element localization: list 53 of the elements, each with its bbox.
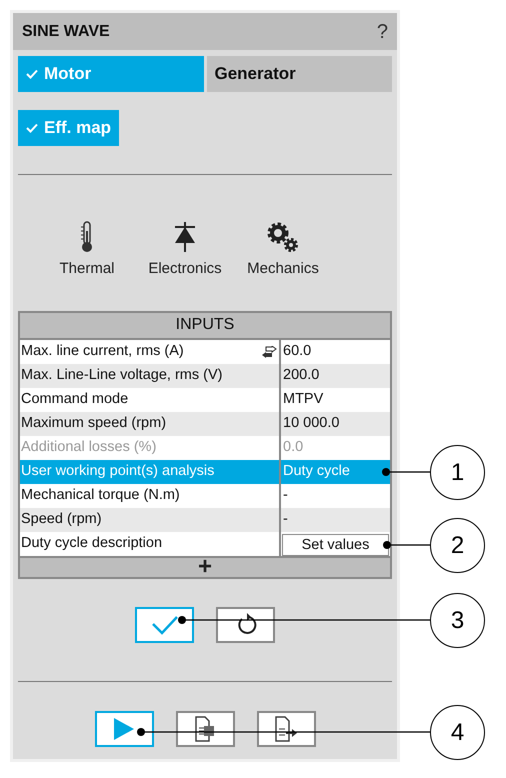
check-icon <box>26 69 38 79</box>
input-row[interactable]: Max. Line-Line voltage, rms (V) 200.0 <box>20 364 390 388</box>
document-icon <box>194 716 216 742</box>
checkmark-icon <box>150 614 178 634</box>
gears-icon <box>266 221 300 253</box>
row-value: - <box>282 510 289 529</box>
set-values-button[interactable]: Set values <box>282 534 389 556</box>
add-button[interactable]: + <box>20 556 390 576</box>
panel-title: SINE WAVE <box>22 22 110 42</box>
input-row[interactable]: Maximum speed (rpm) 10 000.0 <box>20 412 390 436</box>
callout-number: 4 <box>430 705 485 760</box>
row-value: 60.0 <box>282 342 312 361</box>
reset-button[interactable] <box>216 606 275 642</box>
input-row[interactable]: Max. line current, rms (A) 60.0 <box>20 340 390 364</box>
row-value: MTPV <box>282 390 324 409</box>
row-label: User working point(s) analysis <box>21 462 214 481</box>
row-label: Command mode <box>21 390 128 409</box>
row-value: - <box>282 486 289 505</box>
export-button[interactable] <box>256 710 316 746</box>
row-label: Max. Line-Line voltage, rms (V) <box>21 366 222 385</box>
help-button[interactable]: ? <box>376 16 388 46</box>
mode-tab[interactable]: Generator <box>206 56 392 92</box>
callout-number: 3 <box>430 593 485 648</box>
category-button[interactable]: Mechanics <box>241 221 325 280</box>
row-value: 200.0 <box>282 366 320 385</box>
apply-button[interactable] <box>135 606 194 642</box>
input-row[interactable]: Command mode MTPV <box>20 388 390 412</box>
row-label: Additional losses (%) <box>21 438 156 457</box>
row-value: 0.0 <box>282 438 304 457</box>
play-icon <box>113 716 135 740</box>
row-label: Mechanical torque (N.m) <box>21 486 180 505</box>
input-row[interactable]: Mechanical torque (N.m) - <box>20 484 390 508</box>
report-button[interactable] <box>176 710 234 746</box>
callout-number: 1 <box>430 445 485 500</box>
leader-line <box>382 468 430 476</box>
row-label: Maximum speed (rpm) <box>21 414 166 433</box>
leader-line <box>383 541 430 549</box>
run-button[interactable] <box>94 710 154 746</box>
row-label: Max. line current, rms (A) <box>21 342 184 361</box>
category-button[interactable]: Electronics <box>143 221 227 280</box>
diode-icon <box>172 221 198 253</box>
input-row[interactable]: Duty cycle description Set values <box>20 532 390 556</box>
check-icon <box>26 123 38 133</box>
category-button[interactable]: Thermal <box>45 221 129 280</box>
swap-arrows-icon[interactable] <box>261 346 277 358</box>
input-row[interactable]: Speed (rpm) - <box>20 508 390 532</box>
callout-number: 2 <box>430 518 485 573</box>
row-label: Speed (rpm) <box>21 510 102 529</box>
document-export-icon <box>274 716 298 742</box>
thermometer-icon <box>80 221 94 253</box>
row-value: 10 000.0 <box>282 414 340 433</box>
row-value: Duty cycle <box>282 462 351 481</box>
row-label: Duty cycle description <box>21 534 162 553</box>
